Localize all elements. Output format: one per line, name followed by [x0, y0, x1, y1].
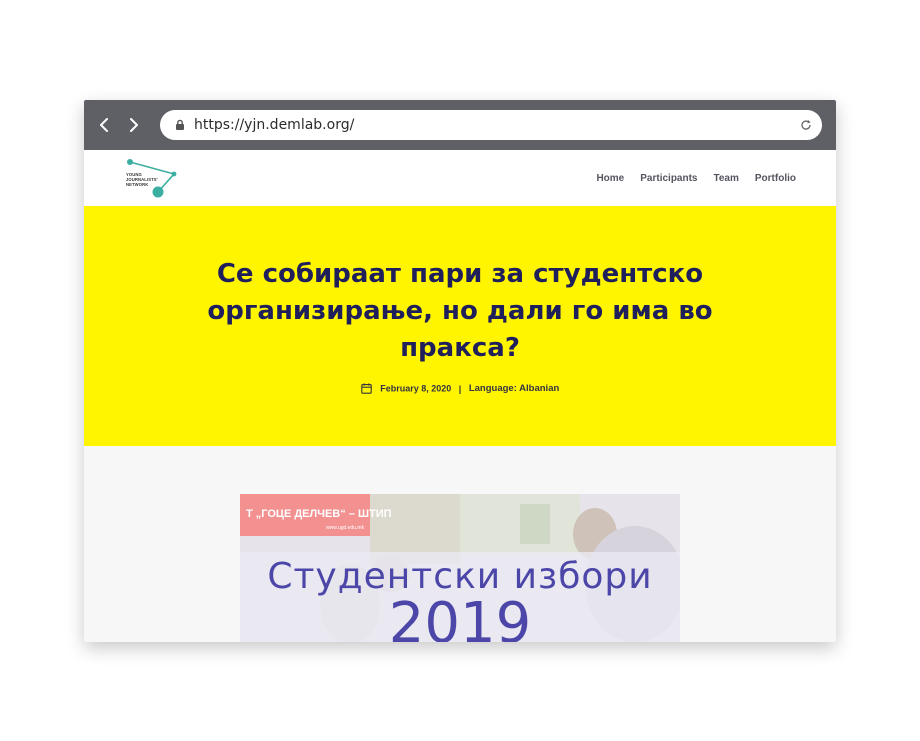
- nav-portfolio[interactable]: Portfolio: [755, 173, 796, 184]
- forward-button[interactable]: [123, 114, 145, 136]
- photo-banner: Т „ГОЦЕ ДЕЛЧЕВ“ – ШТИП www.ugd.edu.mk: [240, 494, 392, 536]
- hero-banner: Се собираат пари за студентско организир…: [84, 206, 836, 446]
- address-bar[interactable]: https://yjn.demlab.org/: [160, 110, 822, 140]
- meta-separator: |: [458, 383, 462, 394]
- post-language[interactable]: Language: Albanian: [469, 383, 559, 394]
- photo-banner-text: Т „ГОЦЕ ДЕЛЧЕВ“ – ШТИП: [246, 508, 392, 520]
- site-header: YOUNG JOURNALISTS' NETWORK Home Particip…: [84, 150, 836, 206]
- back-button[interactable]: [93, 114, 115, 136]
- url-text[interactable]: https://yjn.demlab.org/: [194, 110, 354, 140]
- post-meta: February 8, 2020 | Language: Albanian: [84, 383, 836, 394]
- photo-banner-subtext: www.ugd.edu.mk: [326, 525, 365, 531]
- lock-icon: [176, 119, 184, 130]
- logo-text: YOUNG JOURNALISTS' NETWORK: [126, 172, 158, 187]
- featured-image[interactable]: Т „ГОЦЕ ДЕЛЧЕВ“ – ШТИП www.ugd.edu.mk Ст…: [240, 494, 680, 642]
- nav-participants[interactable]: Participants: [640, 173, 697, 184]
- logo-text-line: NETWORK: [126, 182, 149, 187]
- nav-team[interactable]: Team: [714, 173, 739, 184]
- browser-window: https://yjn.demlab.org/ YOUNG JOURNALIST…: [84, 100, 836, 642]
- image-year: 2019: [388, 591, 532, 643]
- page-title: Се собираат пари за студентско организир…: [207, 259, 713, 363]
- chevron-right-icon: [130, 118, 138, 132]
- post-date: February 8, 2020: [380, 383, 452, 394]
- main-nav: Home Participants Team Portfolio: [596, 150, 796, 206]
- chevron-left-icon: [100, 118, 108, 132]
- browser-toolbar: https://yjn.demlab.org/: [84, 100, 836, 150]
- calendar-icon: [360, 383, 372, 394]
- nav-home[interactable]: Home: [596, 173, 624, 184]
- reload-icon[interactable]: [800, 119, 812, 131]
